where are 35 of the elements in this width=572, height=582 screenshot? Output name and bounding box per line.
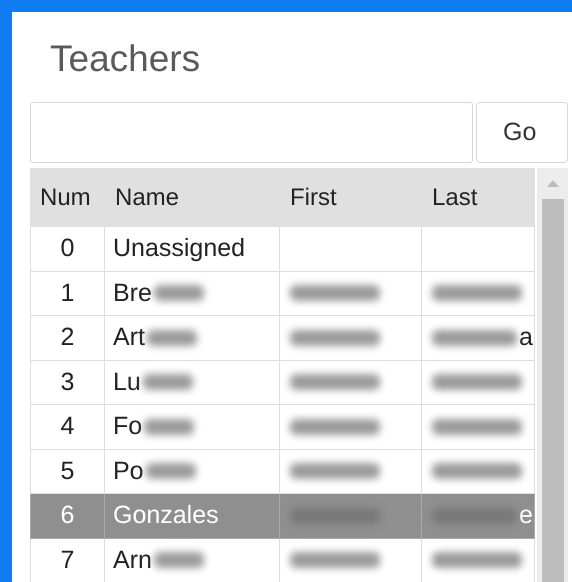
table-row[interactable]: 7 Arn	[30, 538, 535, 582]
go-button[interactable]: Go	[476, 102, 568, 163]
cell-text: Art	[113, 323, 145, 352]
column-header[interactable]: Last	[422, 168, 535, 227]
cell-text: Gonzales	[113, 501, 219, 530]
cell-text: Lu	[113, 368, 141, 397]
column-header[interactable]: Num	[30, 168, 105, 227]
table-row[interactable]: 3 Lu	[30, 360, 535, 405]
table-row[interactable]: 0 Unassigned	[30, 227, 535, 272]
cell-text: Bre	[113, 278, 152, 308]
row-number: 6	[60, 501, 74, 530]
table-row[interactable]: 4 Fo	[30, 405, 535, 450]
cell-text: e	[519, 501, 533, 530]
cell-text: Fo	[113, 412, 142, 442]
scrollbar[interactable]	[537, 168, 568, 582]
row-number: 3	[60, 368, 74, 397]
row-number: 0	[60, 234, 74, 264]
column-header[interactable]: First	[280, 168, 422, 227]
cell-text: Unassigned	[113, 234, 246, 264]
search-field[interactable]	[30, 102, 473, 163]
table-row[interactable]: 1 Bre	[30, 272, 535, 316]
row-number: 7	[60, 546, 74, 575]
row-number: 1	[60, 278, 74, 308]
table-row[interactable]: 5 Po	[30, 450, 535, 494]
cell-text: a	[519, 323, 533, 352]
scroll-thumb[interactable]	[542, 199, 564, 582]
row-number: 2	[60, 323, 74, 352]
cell-text: Arn	[113, 546, 152, 575]
scroll-up-icon[interactable]	[546, 180, 558, 187]
row-number: 4	[60, 412, 74, 442]
column-header[interactable]: Name	[105, 168, 280, 227]
table-row[interactable]: 2 Art a	[30, 316, 535, 360]
row-number: 5	[60, 456, 74, 486]
cell-text: Po	[113, 456, 144, 486]
panel-title: Teachers	[49, 37, 202, 81]
